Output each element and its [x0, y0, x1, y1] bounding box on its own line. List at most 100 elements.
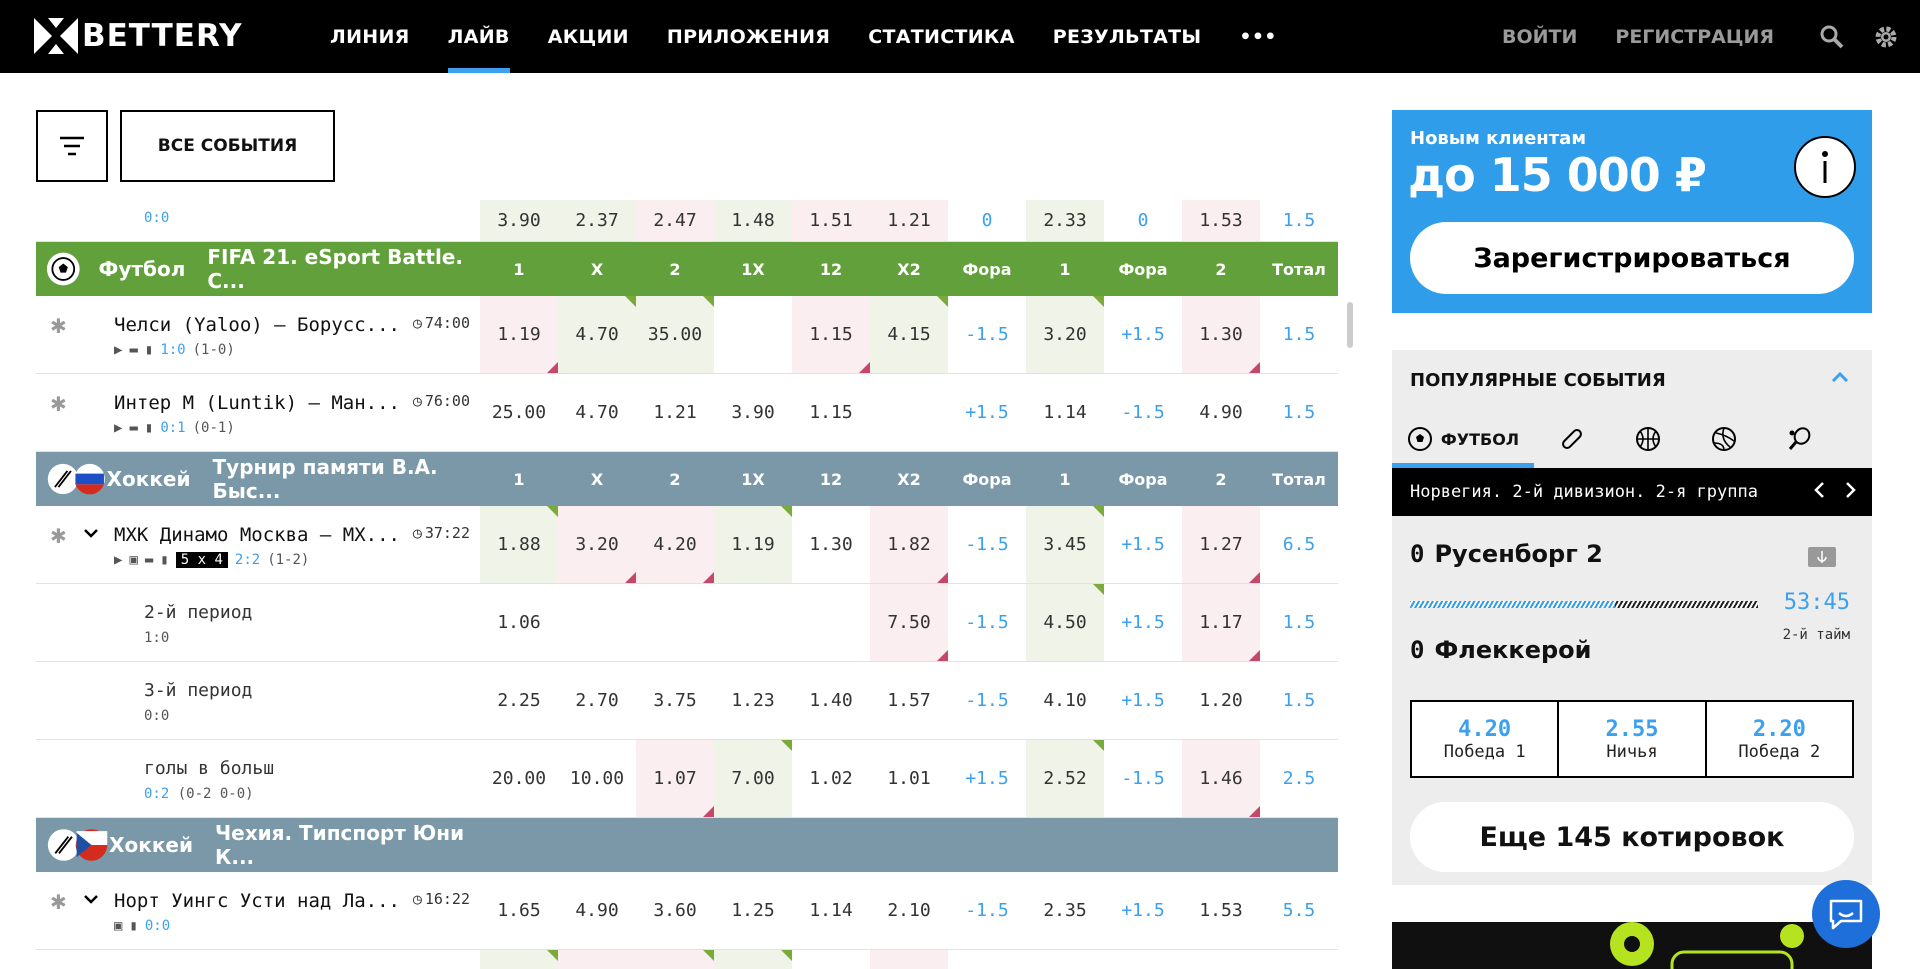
chevron-down-icon[interactable]: [82, 890, 100, 913]
odds-cell[interactable]: +1.5: [948, 374, 1026, 451]
odds-cell[interactable]: 4.50: [1026, 584, 1104, 661]
odd-win1-button[interactable]: 4.20 Победа 1: [1412, 702, 1560, 776]
odds-cell[interactable]: 2.10: [870, 872, 948, 949]
tab-volleyball[interactable]: [1686, 410, 1762, 468]
odds-cell[interactable]: 35.00: [636, 296, 714, 373]
chevron-down-icon[interactable]: [82, 524, 100, 547]
odds-cell[interactable]: 1.21: [870, 200, 948, 241]
odds-cell[interactable]: [480, 950, 558, 969]
odds-cell[interactable]: 7.50: [870, 584, 948, 661]
odd-win2-button[interactable]: 2.20 Победа 2: [1707, 702, 1852, 776]
odds-cell[interactable]: 2.52: [1026, 740, 1104, 817]
team1[interactable]: 0 Русенборг 2: [1410, 540, 1603, 568]
odds-cell[interactable]: [636, 584, 714, 661]
table-row[interactable]: ✱ Челси (Yaloo) — Борусс... ◷ 74:00 ▶ ▬ ▮ 1:…: [36, 296, 1338, 374]
odds-cell[interactable]: [870, 374, 948, 451]
tab-football[interactable]: ФУТБОЛ: [1392, 410, 1534, 468]
table-row[interactable]: ✱ Норт Уингс Усти над Ла... ◷ 16:22 ▣ ▮ 0:0…: [36, 872, 1338, 950]
nav-line[interactable]: ЛИНИЯ: [330, 0, 410, 73]
odds-cell[interactable]: -1.5: [948, 872, 1026, 949]
info-icon[interactable]: [1794, 136, 1856, 198]
odds-cell[interactable]: +1.5: [1104, 506, 1182, 583]
favorite-star-icon[interactable]: ✱: [50, 392, 67, 417]
match-tracker-icon[interactable]: ▣: [129, 552, 137, 568]
odds-cell[interactable]: 1.15: [792, 374, 870, 451]
team2[interactable]: 0 Флеккерой: [1410, 636, 1591, 664]
odds-cell[interactable]: 1.06: [480, 584, 558, 661]
match-name[interactable]: МХК Динамо Москва — МХ...: [114, 524, 400, 546]
odds-cell[interactable]: [714, 296, 792, 373]
league-header-football[interactable]: Футбол FIFA 21. eSport Battle. С... 1X21…: [36, 242, 1338, 296]
favorite-star-icon[interactable]: ✱: [50, 890, 67, 915]
odds-cell[interactable]: 1.19: [714, 506, 792, 583]
odds-cell[interactable]: 1.53: [1182, 200, 1260, 241]
odds-cell[interactable]: 4.90: [558, 872, 636, 949]
odds-cell[interactable]: +1.5: [1104, 662, 1182, 739]
table-scrollbar[interactable]: [1347, 302, 1353, 348]
odds-cell[interactable]: 20.00: [480, 740, 558, 817]
match-tracker-icon[interactable]: ▣: [114, 918, 122, 934]
odds-cell[interactable]: 1.5: [1260, 662, 1338, 739]
odds-cell[interactable]: 1.46: [1182, 740, 1260, 817]
odds-cell[interactable]: -1.5: [948, 296, 1026, 373]
odds-cell[interactable]: 1.07: [636, 740, 714, 817]
odds-cell[interactable]: 4.10: [1026, 662, 1104, 739]
nav-promos[interactable]: АКЦИИ: [548, 0, 629, 73]
table-row[interactable]: 3-й период 0:0 2.25 2.70 3.75 1.23 1.40 1.57-…: [36, 662, 1338, 740]
register-link[interactable]: РЕГИСТРАЦИЯ: [1615, 26, 1774, 48]
odds-cell[interactable]: [870, 950, 948, 969]
odds-cell[interactable]: [1182, 950, 1260, 969]
search-icon[interactable]: [1812, 17, 1852, 57]
favorite-star-icon[interactable]: ✱: [50, 524, 67, 549]
match-name[interactable]: Интер М (Luntik) — Ман...: [114, 392, 400, 414]
odds-cell[interactable]: 1.30: [792, 506, 870, 583]
league-header-hockey[interactable]: Хоккей Турнир памяти В.А. Быс... 1 X 2 1X 12…: [36, 452, 1338, 506]
chevron-left-icon[interactable]: [1812, 480, 1826, 505]
odds-cell[interactable]: +1.5: [948, 740, 1026, 817]
odds-cell[interactable]: [714, 950, 792, 969]
odds-cell[interactable]: 1.02: [792, 740, 870, 817]
odds-cell[interactable]: 1.53: [1182, 872, 1260, 949]
odds-cell[interactable]: [1104, 950, 1182, 969]
odds-cell[interactable]: -1.5: [1104, 374, 1182, 451]
odds-cell[interactable]: 1.15: [792, 296, 870, 373]
odds-cell[interactable]: -1.5: [1104, 740, 1182, 817]
odds-cell[interactable]: 3.90: [480, 200, 558, 241]
tab-basketball[interactable]: [1610, 410, 1686, 468]
odds-cell[interactable]: 3.60: [636, 872, 714, 949]
odds-cell[interactable]: 1.48: [714, 200, 792, 241]
odds-cell[interactable]: 1.57: [870, 662, 948, 739]
odds-cell[interactable]: 4.70: [558, 374, 636, 451]
chevron-right-icon[interactable]: [1844, 480, 1858, 505]
odds-cell[interactable]: 2.70: [558, 662, 636, 739]
video-icon[interactable]: ▶: [114, 342, 122, 358]
tab-hockey[interactable]: [1534, 410, 1610, 468]
odds-cell[interactable]: 3.20: [1026, 296, 1104, 373]
odds-cell[interactable]: 1.17: [1182, 584, 1260, 661]
odds-cell[interactable]: 1.25: [714, 872, 792, 949]
odds-cell[interactable]: 25.00: [480, 374, 558, 451]
odds-cell[interactable]: 2.35: [1026, 872, 1104, 949]
table-row[interactable]: голы в больш 0:2 (0-2 0-0) 20.00 10.00 1.0…: [36, 740, 1338, 818]
odds-cell[interactable]: 4.70: [558, 296, 636, 373]
odds-cell[interactable]: [1026, 950, 1104, 969]
odds-cell[interactable]: 1.5: [1260, 374, 1338, 451]
table-row[interactable]: ✱ Интер М (Luntik) — Ман... ◷ 76:00 ▶ ▬ ▮ 0:…: [36, 374, 1338, 452]
odds-cell[interactable]: [558, 950, 636, 969]
odds-cell[interactable]: 4.90: [1182, 374, 1260, 451]
odds-cell[interactable]: 5.5: [1260, 872, 1338, 949]
gear-icon[interactable]: [1866, 17, 1906, 57]
nav-apps[interactable]: ПРИЛОЖЕНИЯ: [667, 0, 830, 73]
odds-cell[interactable]: 2.25: [480, 662, 558, 739]
odds-cell[interactable]: 1.19: [480, 296, 558, 373]
odds-cell[interactable]: -1.5: [948, 584, 1026, 661]
stats-icon[interactable]: ▮: [145, 420, 153, 436]
odds-cell[interactable]: 0: [1104, 200, 1182, 241]
tv-icon[interactable]: ▬: [129, 342, 137, 358]
odds-cell[interactable]: [558, 584, 636, 661]
odds-cell[interactable]: 3.45: [1026, 506, 1104, 583]
ad-banner[interactable]: [1392, 922, 1872, 969]
logo[interactable]: BETTERY: [34, 16, 243, 56]
match-name[interactable]: Челси (Yaloo) — Борусс...: [114, 314, 400, 336]
odd-draw-button[interactable]: 2.55 Ничья: [1559, 702, 1707, 776]
